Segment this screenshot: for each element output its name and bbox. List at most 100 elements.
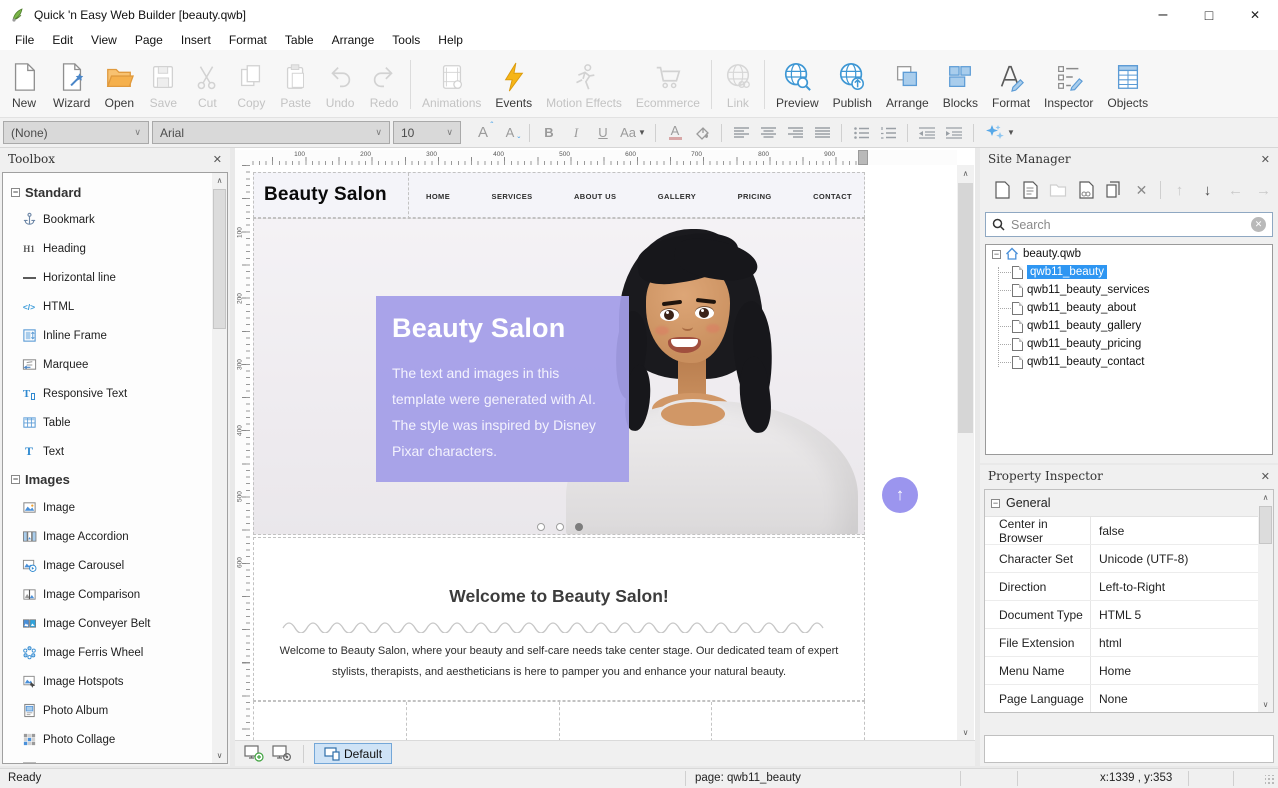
carousel-dot-3-active[interactable] — [575, 523, 583, 531]
property-row[interactable]: Menu Name Home — [985, 657, 1273, 685]
tree-page[interactable]: qwb11_beauty_contact — [986, 353, 1272, 371]
tree-page[interactable]: qwb11_beauty_about — [986, 299, 1272, 317]
align-justify-button[interactable] — [810, 121, 834, 144]
toolbox-item-inline-frame[interactable]: Inline Frame — [3, 321, 212, 350]
menu-file[interactable]: File — [6, 33, 43, 47]
text-case-button[interactable]: Aa — [618, 121, 648, 144]
duplicate-page-button[interactable] — [1104, 181, 1123, 200]
nav-gallery[interactable]: GALLERY — [658, 192, 696, 201]
arrange-button[interactable]: Arrange — [879, 54, 936, 115]
bold-button[interactable]: B — [537, 121, 561, 144]
toolbox-item-image-conveyer-belt[interactable]: Image Conveyer Belt — [3, 609, 212, 638]
scroll-up-icon[interactable] — [957, 165, 974, 181]
nav-contact[interactable]: CONTACT — [813, 192, 852, 201]
hero-text-overlay[interactable]: Beauty Salon The text and images in this… — [376, 296, 629, 482]
undo-button[interactable]: Undo — [318, 54, 362, 115]
toolbox-item-image-hotspots[interactable]: Image Hotspots — [3, 667, 212, 696]
font-combo[interactable]: Arial — [152, 121, 390, 144]
animations-button[interactable]: Animations — [415, 54, 488, 115]
breakpoint-settings-button[interactable] — [271, 745, 293, 763]
motion-effects-button[interactable]: Motion Effects — [539, 54, 629, 115]
menu-tools[interactable]: Tools — [383, 33, 429, 47]
resize-grip[interactable] — [1265, 775, 1275, 785]
font-size-combo[interactable]: 10 — [393, 121, 461, 144]
bullet-list-button[interactable] — [849, 121, 873, 144]
toolbox-item-table[interactable]: Table — [3, 408, 212, 437]
toolbox-item-horizontal-line[interactable]: Horizontal line — [3, 263, 212, 292]
add-breakpoint-button[interactable] — [243, 745, 265, 763]
search-input[interactable] — [1011, 218, 1245, 232]
scrollbar-thumb[interactable] — [958, 183, 973, 433]
tree-page-selected[interactable]: qwb11_beauty — [986, 263, 1272, 281]
toolbox-item-photo-collage[interactable]: Photo Collage — [3, 725, 212, 754]
blocks-button[interactable]: Blocks — [936, 54, 985, 115]
copy-button[interactable]: Copy — [229, 54, 273, 115]
tree-root[interactable]: beauty.qwb — [986, 245, 1272, 263]
page-link-button[interactable] — [1076, 181, 1095, 200]
toolbox-item-responsive-text[interactable]: T Responsive Text — [3, 379, 212, 408]
toolbox-item-photo-album[interactable]: Photo Album — [3, 696, 212, 725]
property-row[interactable]: File Extension html — [985, 629, 1273, 657]
scrollbar-thumb[interactable] — [213, 189, 226, 329]
delete-page-button[interactable]: ✕ — [1132, 181, 1151, 200]
toolbox-item-html[interactable]: </> HTML — [3, 292, 212, 321]
menu-insert[interactable]: Insert — [172, 33, 220, 47]
toolbox-item-bookmark[interactable]: Bookmark — [3, 205, 212, 234]
close-icon[interactable] — [1261, 153, 1270, 166]
open-button[interactable]: Open — [97, 54, 141, 115]
italic-button[interactable]: I — [564, 121, 588, 144]
move-up-button[interactable] — [1170, 181, 1189, 200]
collapse-icon[interactable] — [11, 188, 20, 197]
clear-search-icon[interactable] — [1251, 217, 1266, 232]
nav-pricing[interactable]: PRICING — [738, 192, 772, 201]
columns-block[interactable] — [253, 701, 865, 740]
menu-arrange[interactable]: Arrange — [323, 33, 384, 47]
move-left-button[interactable] — [1226, 181, 1245, 200]
scroll-to-top-button[interactable] — [882, 477, 918, 513]
toolbox-scrollbar[interactable] — [212, 173, 227, 763]
decrease-font-size-button[interactable]: Aˇ — [498, 121, 522, 144]
preview-button[interactable]: Preview — [769, 54, 826, 115]
collapse-icon[interactable] — [992, 250, 1001, 259]
decrease-indent-button[interactable] — [915, 121, 939, 144]
toolbox-item-photo-gallery[interactable]: Photo Gallery — [3, 754, 212, 764]
align-center-button[interactable] — [756, 121, 780, 144]
minimize-button[interactable] — [1140, 0, 1186, 30]
carousel-dot-1[interactable] — [537, 523, 545, 531]
property-row[interactable]: Character Set Unicode (UTF-8) — [985, 545, 1273, 573]
increase-font-size-button[interactable]: Aˆ — [471, 121, 495, 144]
collapse-icon[interactable] — [991, 499, 1000, 508]
scroll-up-icon[interactable] — [1258, 490, 1273, 505]
align-right-button[interactable] — [783, 121, 807, 144]
breakpoint-tab-default[interactable]: Default — [314, 743, 392, 764]
new-button[interactable]: New — [2, 54, 46, 115]
events-button[interactable]: Events — [488, 54, 539, 115]
scroll-up-icon[interactable] — [212, 173, 227, 188]
wizard-button[interactable]: Wizard — [46, 54, 97, 115]
ai-assistant-button[interactable] — [981, 121, 1019, 144]
toolbox-item-image-ferris-wheel[interactable]: Image Ferris Wheel — [3, 638, 212, 667]
carousel-dot-2[interactable] — [556, 523, 564, 531]
nav-about[interactable]: ABOUT US — [574, 192, 616, 201]
new-folder-button[interactable] — [1048, 181, 1067, 200]
toolbox-item-text[interactable]: T Text — [3, 437, 212, 466]
tree-page[interactable]: qwb11_beauty_pricing — [986, 335, 1272, 353]
close-button[interactable] — [1232, 0, 1278, 30]
nav-home[interactable]: HOME — [426, 192, 450, 201]
scroll-down-icon[interactable] — [212, 748, 227, 763]
property-grid-scrollbar[interactable] — [1258, 490, 1273, 712]
objects-button[interactable]: Objects — [1100, 54, 1155, 115]
scroll-down-icon[interactable] — [957, 724, 974, 740]
fill-color-button[interactable] — [690, 121, 714, 144]
toolbox-item-image-accordion[interactable]: Image Accordion — [3, 522, 212, 551]
font-color-button[interactable]: A — [663, 121, 687, 144]
inspector-button[interactable]: Inspector — [1037, 54, 1100, 115]
welcome-block[interactable]: Welcome to Beauty Salon! Welcome to Beau… — [253, 537, 865, 701]
menu-page[interactable]: Page — [126, 33, 172, 47]
site-logo[interactable]: Beauty Salon — [254, 184, 404, 206]
property-section-general[interactable]: General — [985, 490, 1273, 517]
hero-carousel-block[interactable]: Beauty Salon The text and images in this… — [253, 218, 865, 535]
move-right-button[interactable] — [1254, 181, 1273, 200]
scroll-down-icon[interactable] — [1258, 697, 1273, 712]
nav-services[interactable]: SERVICES — [492, 192, 533, 201]
